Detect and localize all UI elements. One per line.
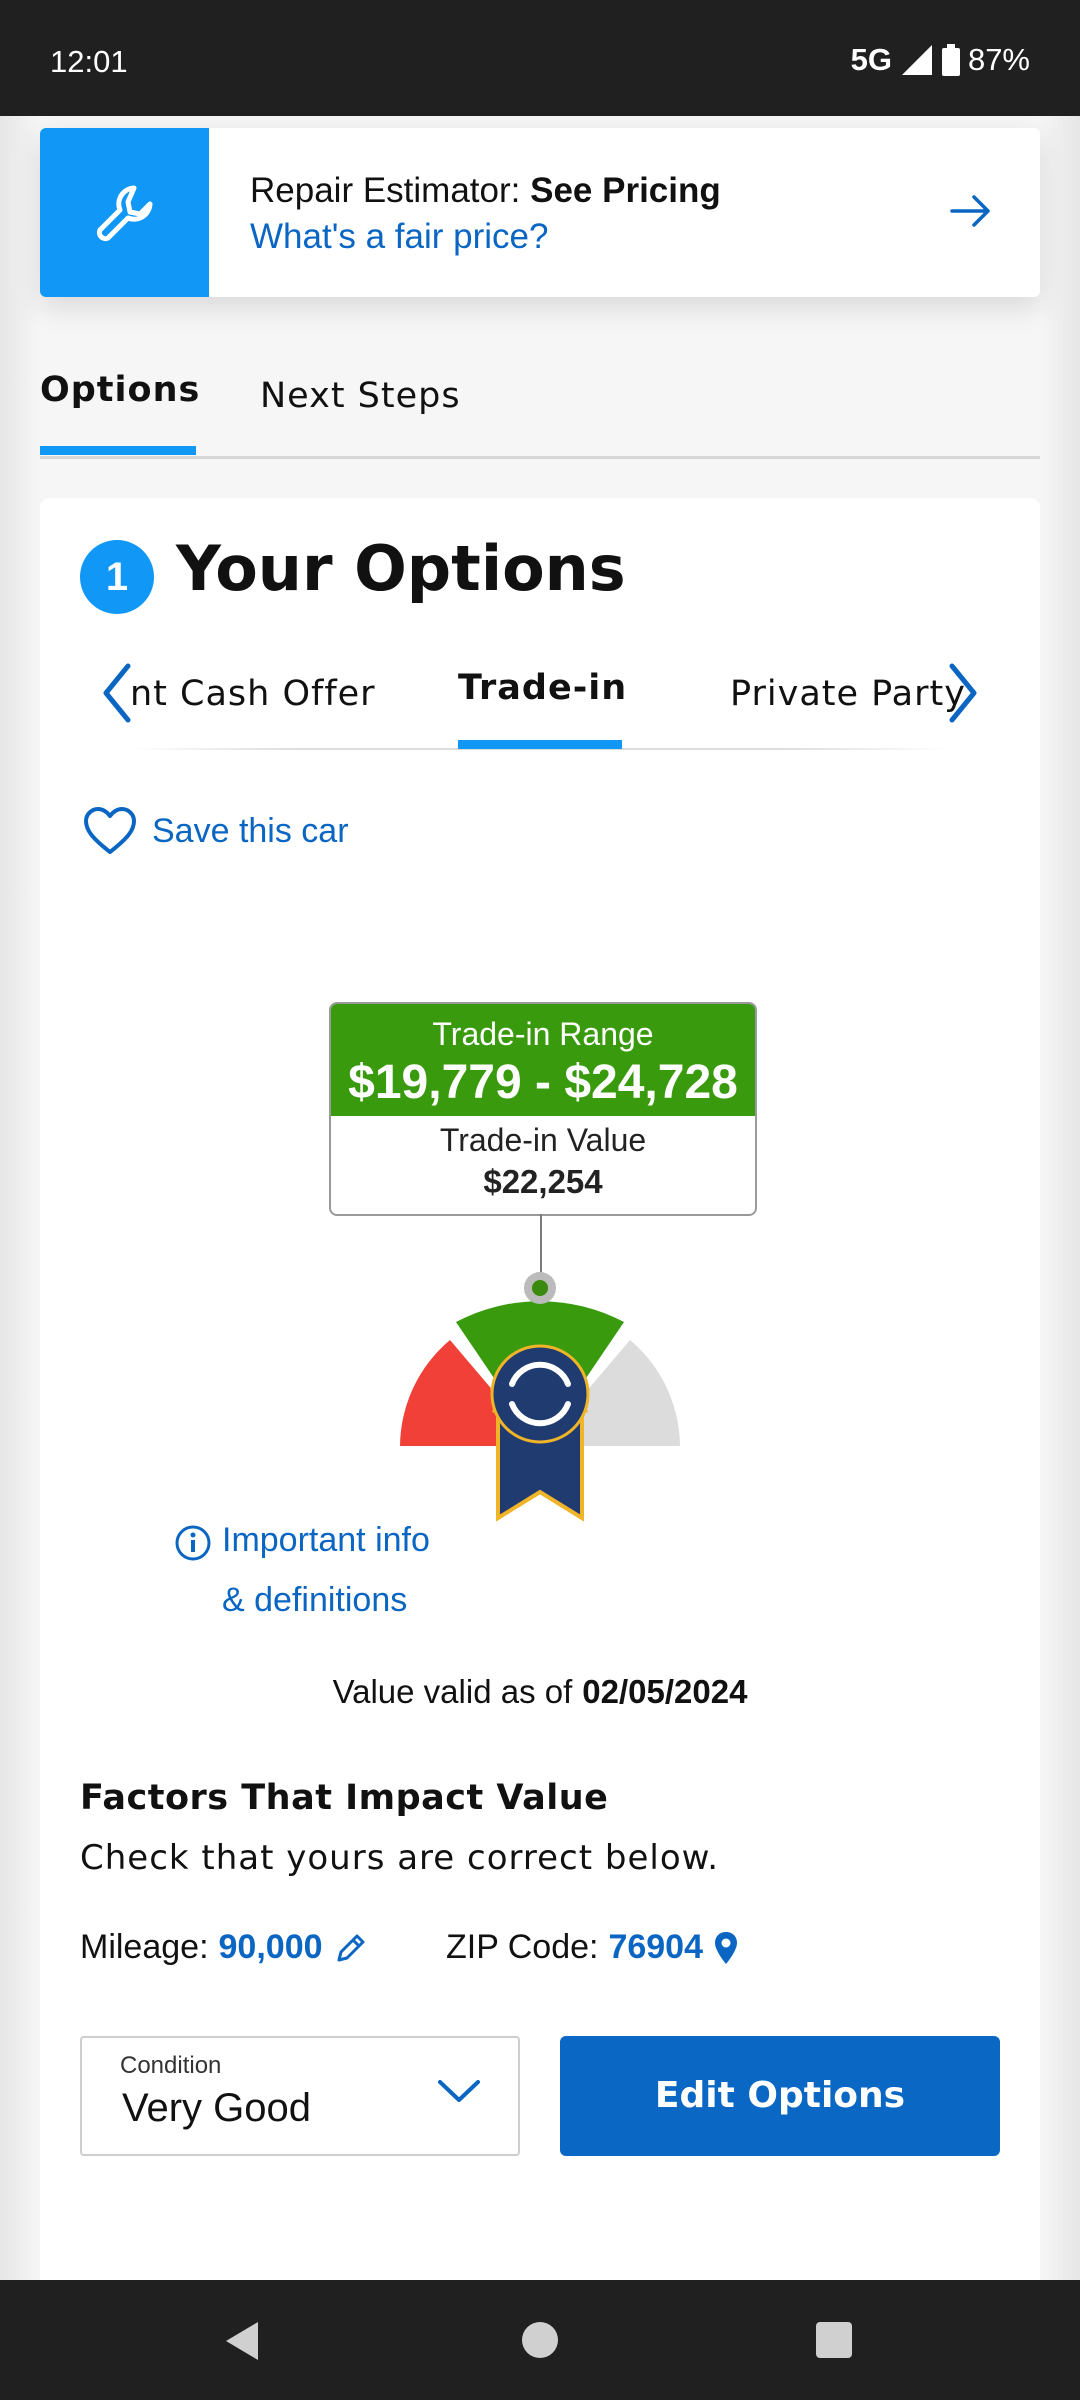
recent-apps-icon[interactable]: [816, 2322, 852, 2358]
factors-title: Factors That Impact Value: [80, 1778, 609, 1818]
repair-icon-box: [40, 128, 209, 297]
trade-in-range: Trade-in Range $19,779 - $24,728: [331, 1004, 755, 1116]
info-icon: [175, 1525, 211, 1561]
offer-type-tabs: Int Cash Offer Trade-in Private Party: [80, 638, 1000, 753]
tab-trade-in[interactable]: Trade-in: [458, 668, 627, 708]
chevron-down-icon: [438, 2080, 480, 2102]
factors-subtitle: Check that yours are correct below.: [80, 1838, 720, 1878]
battery-level: 87%: [967, 42, 1030, 77]
section-tabs: Options Next Steps: [40, 360, 1040, 459]
tab-options[interactable]: Options: [40, 370, 200, 410]
location-pin-icon[interactable]: [713, 1930, 739, 1966]
battery-icon: [941, 44, 960, 76]
fair-price-link[interactable]: What's a fair price?: [250, 214, 721, 260]
chevron-right-icon[interactable]: [946, 662, 980, 724]
instant-cash-offer-label: nt Cash Offer: [130, 674, 376, 714]
valid-label: Value valid as of: [332, 1673, 573, 1710]
trade-in-range-label: Trade-in Range: [432, 1016, 654, 1052]
important-info-line2: & definitions: [222, 1581, 408, 1619]
status-time: 12:01: [50, 44, 128, 79]
network-label: 5G: [850, 42, 892, 77]
condition-label: Condition: [120, 2052, 222, 2079]
tab-private-party[interactable]: Private Party: [730, 674, 980, 714]
mileage-field[interactable]: Mileage: 90,000: [80, 1928, 369, 1967]
tab-instant-cash-offer[interactable]: Int Cash Offer: [130, 674, 376, 714]
wrench-icon: [96, 185, 153, 242]
trade-in-value-amount: $22,254: [483, 1163, 603, 1200]
back-icon[interactable]: [222, 2320, 262, 2362]
zip-code-value[interactable]: 76904: [608, 1928, 703, 1967]
heart-icon: [84, 807, 136, 854]
save-car-label: Save this car: [152, 811, 349, 850]
see-pricing-link[interactable]: See Pricing: [530, 171, 721, 210]
zip-code-field[interactable]: ZIP Code: 76904: [446, 1928, 739, 1967]
edit-options-button[interactable]: Edit Options: [560, 2036, 1000, 2156]
repair-estimator-label: Repair Estimator:: [250, 171, 521, 210]
trade-in-range-value: $19,779 - $24,728: [348, 1056, 738, 1109]
system-nav-bar: [0, 2280, 1080, 2400]
value-valid-date: Value valid as of 02/05/2024: [40, 1673, 1040, 1711]
mileage-value[interactable]: 90,000: [219, 1928, 323, 1967]
trade-in-value-box: Trade-in Range $19,779 - $24,728 Trade-i…: [329, 1002, 757, 1216]
trade-in-value: Trade-in Value $22,254: [331, 1116, 755, 1214]
step-badge: 1: [80, 540, 154, 614]
status-icons: 5G 87%: [851, 42, 1030, 78]
pencil-icon[interactable]: [333, 1930, 369, 1966]
active-tab-indicator: [40, 446, 196, 455]
chevron-left-icon[interactable]: [100, 662, 134, 724]
signal-icon: [901, 45, 932, 75]
options-title: Your Options: [176, 532, 626, 605]
active-offer-indicator: [458, 740, 622, 749]
save-car-button[interactable]: Save this car: [82, 806, 349, 856]
zip-code-label: ZIP Code:: [446, 1928, 599, 1966]
home-icon[interactable]: [522, 2322, 558, 2358]
tab-next-steps[interactable]: Next Steps: [260, 376, 461, 416]
arrow-right-icon[interactable]: [948, 188, 994, 234]
trade-in-value-label: Trade-in Value: [439, 1122, 647, 1158]
status-bar: 12:01 5G 87%: [0, 0, 1080, 116]
condition-value: Very Good: [122, 2086, 312, 2130]
repair-estimator-card[interactable]: Repair Estimator: See Pricing What's a f…: [40, 128, 1040, 297]
mileage-label: Mileage:: [80, 1928, 209, 1966]
valid-date: 02/05/2024: [582, 1673, 748, 1710]
options-card: 1 Your Options Int Cash Offer Trade-in P…: [40, 498, 1040, 2298]
condition-select[interactable]: Condition Very Good: [80, 2036, 520, 2156]
important-info-line1: Important info: [222, 1521, 430, 1559]
repair-estimator-text: Repair Estimator: See Pricing What's a f…: [250, 168, 721, 260]
